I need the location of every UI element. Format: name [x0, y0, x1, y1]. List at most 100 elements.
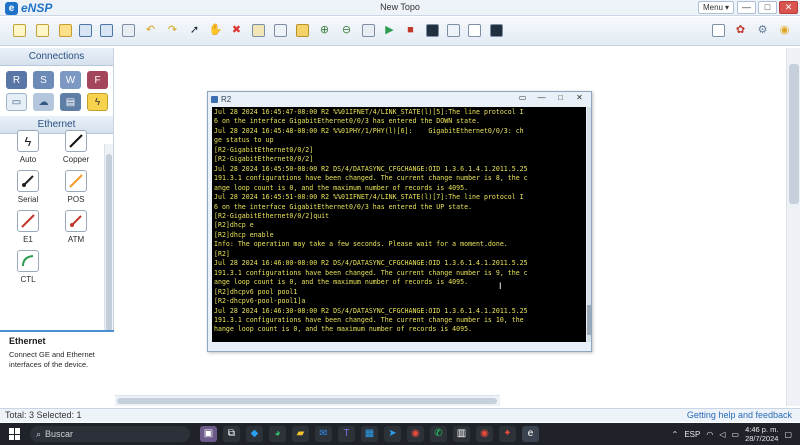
terminal-line: 191.3.1 configurations have been changed…: [214, 174, 528, 183]
ensp-taskbar-icon[interactable]: e: [522, 426, 539, 442]
delete-icon[interactable]: ✖: [229, 23, 244, 38]
mail-icon[interactable]: ✉: [315, 426, 332, 442]
firewall-icon[interactable]: F: [87, 71, 108, 89]
palette-icon[interactable]: [295, 23, 310, 38]
switch-icon[interactable]: S: [33, 71, 54, 89]
chrome-profile-icon[interactable]: ◉: [476, 426, 493, 442]
select-pointer-icon[interactable]: ➚: [187, 23, 202, 38]
chrome-icon[interactable]: ◉: [407, 426, 424, 442]
save-icon[interactable]: [78, 23, 93, 38]
print-icon[interactable]: [121, 23, 136, 38]
cable-auto[interactable]: ϟ Auto: [4, 130, 52, 164]
pc-icon[interactable]: ▭: [6, 93, 27, 111]
clock[interactable]: 4:46 p. m. 28/7/2024: [745, 425, 778, 443]
terminal-line: 191.3.1 configurations have been changed…: [214, 268, 528, 277]
cli-icon[interactable]: [425, 23, 440, 38]
terminal-close-button[interactable]: ✕: [571, 93, 588, 104]
stop-device-icon[interactable]: ■: [403, 23, 418, 38]
hand-icon[interactable]: ✋: [208, 23, 223, 38]
taskbar-search[interactable]: ⌕ Buscar: [30, 426, 190, 442]
cable-ctl[interactable]: CTL: [4, 250, 52, 284]
minimize-button[interactable]: —: [737, 1, 756, 14]
cable-e1[interactable]: E1: [4, 210, 52, 244]
chevron-down-icon: ▾: [724, 3, 729, 12]
zoom-out-icon[interactable]: ⊖: [339, 23, 354, 38]
terminal-line: 191.3.1 configurations have been changed…: [214, 315, 524, 324]
cable-pos[interactable]: POS: [52, 170, 100, 204]
media-icon[interactable]: ◆: [246, 426, 263, 442]
cable-serial[interactable]: Serial: [4, 170, 52, 204]
terminal-line: [R2-dhcpv6-pool-pool1]a: [214, 297, 306, 306]
huawei-icon[interactable]: ✿: [733, 23, 748, 38]
terminal-line: 6 on the interface GigabitEthernet0/0/3 …: [214, 117, 480, 126]
canvas-vertical-scrollbar[interactable]: [786, 48, 800, 406]
close-button[interactable]: ✕: [779, 1, 798, 14]
whatsapp-icon[interactable]: ✆: [430, 426, 447, 442]
cable-label: E1: [23, 235, 33, 244]
terminal-maximize-button[interactable]: □: [552, 93, 569, 104]
delete-all-links-icon[interactable]: [251, 23, 266, 38]
menu-label: Menu: [702, 3, 723, 12]
redo-icon[interactable]: ↷: [165, 23, 180, 38]
wireless-icon[interactable]: W: [60, 71, 81, 89]
volume-icon[interactable]: ◁: [719, 430, 725, 439]
capture-icon[interactable]: [446, 23, 461, 38]
zoom-in-icon[interactable]: ⊕: [317, 23, 332, 38]
text-note-icon[interactable]: [273, 23, 288, 38]
start-device-icon[interactable]: ▶: [382, 23, 397, 38]
server-icon[interactable]: ▤: [60, 93, 81, 111]
chat-icon[interactable]: [711, 23, 726, 38]
screenshot-icon[interactable]: [489, 23, 504, 38]
terminal-scrollbar[interactable]: [587, 107, 591, 342]
menu-button[interactable]: Menu ▾: [697, 1, 734, 14]
open-icon[interactable]: [58, 23, 73, 38]
task-view-icon[interactable]: ⧉: [223, 426, 240, 442]
file-explorer-icon[interactable]: ▰: [292, 426, 309, 442]
undo-icon[interactable]: ↶: [143, 23, 158, 38]
terminal-minimize-button[interactable]: —: [533, 93, 550, 104]
tools-icon[interactable]: ✦: [499, 426, 516, 442]
cable-label: ATM: [67, 235, 85, 244]
maximize-button[interactable]: □: [758, 1, 777, 14]
cable-label: Copper: [62, 155, 90, 164]
terminal-line: hange loop count is 0, and the maximum n…: [214, 325, 473, 334]
new-example-icon[interactable]: [35, 23, 50, 38]
cable-icon[interactable]: ϟ: [87, 93, 108, 111]
terminal-line: Jul 28 2024 16:45:51-08:00 R2 %%01IFNET/…: [214, 193, 524, 202]
search-placeholder: Buscar: [45, 429, 74, 439]
store-icon[interactable]: ▦: [361, 426, 378, 442]
device-type-grid: R S W F ▭ ☁ ▤ ϟ: [0, 66, 113, 116]
notification-icon[interactable]: ▢: [784, 430, 792, 439]
edge-icon[interactable]: ◕: [269, 426, 286, 442]
description-text: Connect GE and Ethernet interfaces of th…: [9, 350, 95, 369]
toolbar: ↶ ↷ ➚ ✋ ✖ ⊕ ⊖ ▶ ■ ✿ ⚙ ◉: [0, 17, 800, 46]
terminal-controls: ▭ — □ ✕: [514, 93, 588, 104]
teams-icon[interactable]: T: [338, 426, 355, 442]
canvas-horizontal-scrollbar[interactable]: [115, 395, 500, 406]
terminal-line: [R2-GigabitEthernet0/0/2]: [214, 155, 314, 164]
new-topo-icon[interactable]: [12, 23, 27, 38]
telegram-icon[interactable]: ➤: [384, 426, 401, 442]
widgets-icon[interactable]: ▣: [200, 426, 217, 442]
cable-copper[interactable]: Copper: [52, 130, 100, 164]
settings-gear-icon[interactable]: ⚙: [755, 23, 770, 38]
terminal-output[interactable]: Jul 28 2024 16:45:47-08:00 R2 %%01IFNET/…: [212, 107, 586, 342]
save-as-icon[interactable]: [99, 23, 114, 38]
topology-icon[interactable]: [467, 23, 482, 38]
terminal-icon: [211, 95, 218, 103]
terminal-restore-button[interactable]: ▭: [514, 93, 531, 104]
terminal-line: ange loop count is 0, and the maximum nu…: [214, 183, 469, 192]
router-icon[interactable]: R: [6, 71, 27, 89]
battery-icon[interactable]: ▭: [732, 430, 740, 439]
fit-icon[interactable]: [361, 23, 376, 38]
wifi-icon[interactable]: ◠: [706, 430, 713, 439]
cloud-icon[interactable]: ☁: [33, 93, 54, 111]
help-icon[interactable]: ◉: [777, 23, 792, 38]
windows-start-icon[interactable]: [9, 428, 21, 440]
chevron-up-icon[interactable]: ⌃: [672, 430, 679, 439]
terminal-line: 6 on the interface GigabitEthernet0/0/3 …: [214, 202, 473, 211]
audio-app-icon[interactable]: ▥: [453, 426, 470, 442]
language-indicator[interactable]: ESP: [684, 430, 700, 439]
help-feedback-link[interactable]: Getting help and feedback: [687, 409, 792, 422]
cable-atm[interactable]: ATM: [52, 210, 100, 244]
